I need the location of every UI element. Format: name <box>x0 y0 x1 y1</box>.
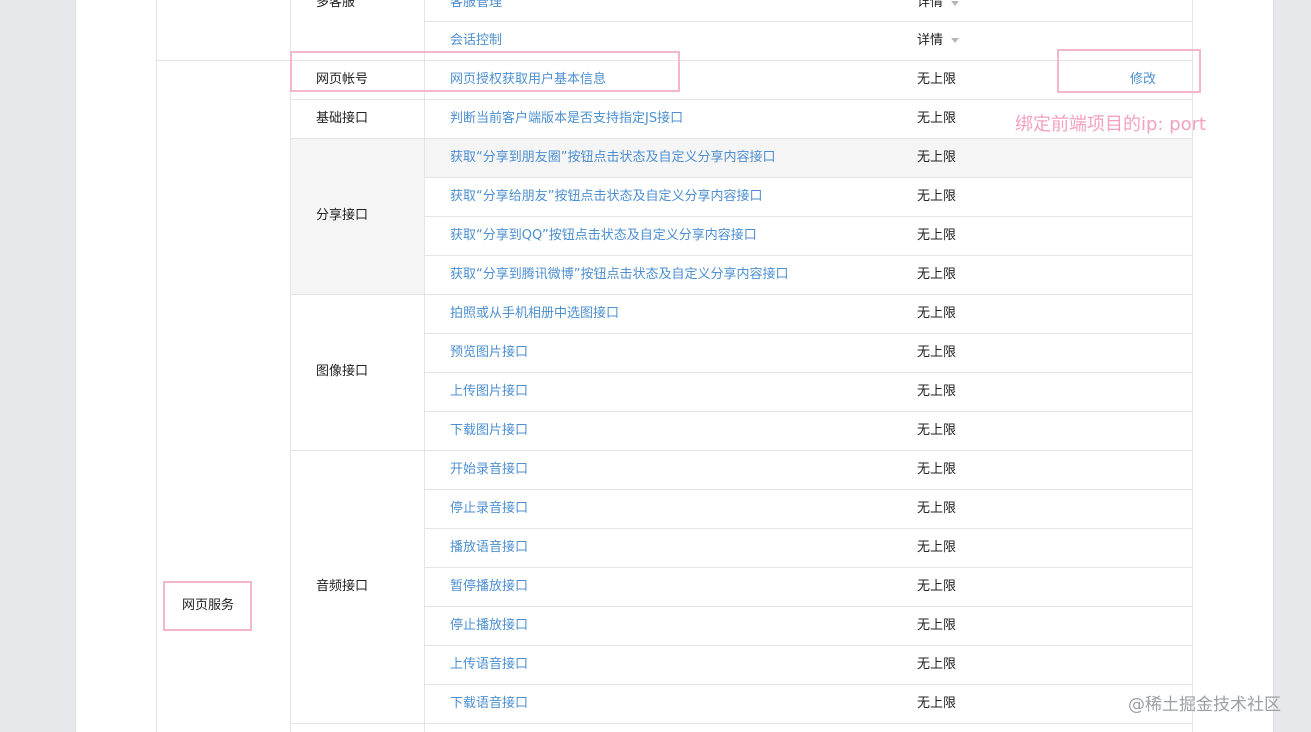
grid-hline <box>425 411 1193 412</box>
page-panel: 多客服 客服管理 详情 会话控制 详情 网页服务 网页帐号 网页授权获取用户基本… <box>75 0 1274 732</box>
watermark: @稀土掘金技术社区 <box>1128 695 1281 715</box>
api-link[interactable]: 获取“分享到朋友圈”按钮点击状态及自定义分享内容接口 <box>450 150 775 166</box>
api-link[interactable]: 客服管理 <box>450 0 502 11</box>
limit-value: 无上限 <box>917 111 957 126</box>
limit-value: 无上限 <box>917 462 957 477</box>
limit-value: 无上限 <box>917 618 957 633</box>
api-link[interactable]: 拍照或从手机相册中选图接口 <box>450 306 619 322</box>
api-link[interactable]: 上传图片接口 <box>450 384 528 400</box>
grid-hline <box>291 99 1193 100</box>
api-link[interactable]: 判断当前客户端版本是否支持指定JS接口 <box>450 111 683 127</box>
grid-hline <box>425 255 1193 256</box>
highlight-box-web-service <box>163 581 252 631</box>
grid-hline <box>425 372 1193 373</box>
annotation-text: 绑定前端项目的ip: port <box>1015 114 1207 135</box>
grid-hline <box>425 645 1193 646</box>
grid-vline-col1 <box>156 0 157 732</box>
api-link[interactable]: 获取“分享到腾讯微博”按钮点击状态及自定义分享内容接口 <box>450 267 788 283</box>
api-link[interactable]: 停止播放接口 <box>450 618 528 634</box>
grid-hline <box>291 138 1193 139</box>
api-link[interactable]: 播放语音接口 <box>450 540 528 556</box>
highlight-box-web-account <box>290 51 680 92</box>
api-link[interactable]: 开始录音接口 <box>450 462 528 478</box>
sub-category-share-api: 分享接口 <box>316 208 369 223</box>
sub-category-audio-api: 音频接口 <box>316 579 369 594</box>
grid-hline <box>425 21 1193 22</box>
highlight-box-modify <box>1057 49 1201 93</box>
grid-hline <box>291 723 1193 724</box>
limit-value: 无上限 <box>917 501 957 516</box>
grid-hline <box>425 333 1193 334</box>
api-link[interactable]: 下载语音接口 <box>450 696 528 712</box>
grid-hline <box>425 177 1193 178</box>
limit-value: 无上限 <box>917 150 957 165</box>
api-link[interactable]: 上传语音接口 <box>450 657 528 673</box>
limit-value: 无上限 <box>917 540 957 555</box>
grid-hline <box>425 684 1193 685</box>
limit-value: 无上限 <box>917 657 957 672</box>
grid-hline <box>425 528 1193 529</box>
limit-value: 无上限 <box>917 306 957 321</box>
limit-value: 无上限 <box>917 72 957 87</box>
limit-value: 无上限 <box>917 189 957 204</box>
grid-hline <box>425 216 1193 217</box>
detail-dropdown[interactable]: 详情 <box>917 0 943 11</box>
api-link[interactable]: 会话控制 <box>450 33 502 49</box>
grid-hline <box>291 294 1193 295</box>
limit-value: 无上限 <box>917 228 957 243</box>
api-link[interactable]: 暂停播放接口 <box>450 579 528 595</box>
detail-dropdown[interactable]: 详情 <box>917 33 943 49</box>
grid-hline <box>425 489 1193 490</box>
limit-value: 无上限 <box>917 384 957 399</box>
api-link[interactable]: 获取“分享到QQ”按钮点击状态及自定义分享内容接口 <box>450 228 757 244</box>
grid-vline-col2 <box>290 0 291 732</box>
limit-value: 无上限 <box>917 696 957 711</box>
sub-category-basic-api: 基础接口 <box>316 111 369 126</box>
grid-vline-col3 <box>424 0 425 732</box>
limit-value: 无上限 <box>917 579 957 594</box>
grid-hline <box>425 567 1193 568</box>
grid-hline <box>425 606 1193 607</box>
api-link[interactable]: 预览图片接口 <box>450 345 528 361</box>
sub-category-image-api: 图像接口 <box>316 364 369 379</box>
grid-hline <box>291 450 1193 451</box>
api-link[interactable]: 下载图片接口 <box>450 423 528 439</box>
api-link[interactable]: 获取“分享给朋友”按钮点击状态及自定义分享内容接口 <box>450 189 762 205</box>
limit-value: 无上限 <box>917 423 957 438</box>
limit-value: 无上限 <box>917 345 957 360</box>
limit-value: 无上限 <box>917 267 957 282</box>
sub-category-multi-service: 多客服 <box>316 0 356 10</box>
api-link[interactable]: 停止录音接口 <box>450 501 528 517</box>
chevron-down-icon[interactable] <box>951 38 959 43</box>
chevron-down-icon[interactable] <box>951 1 959 6</box>
